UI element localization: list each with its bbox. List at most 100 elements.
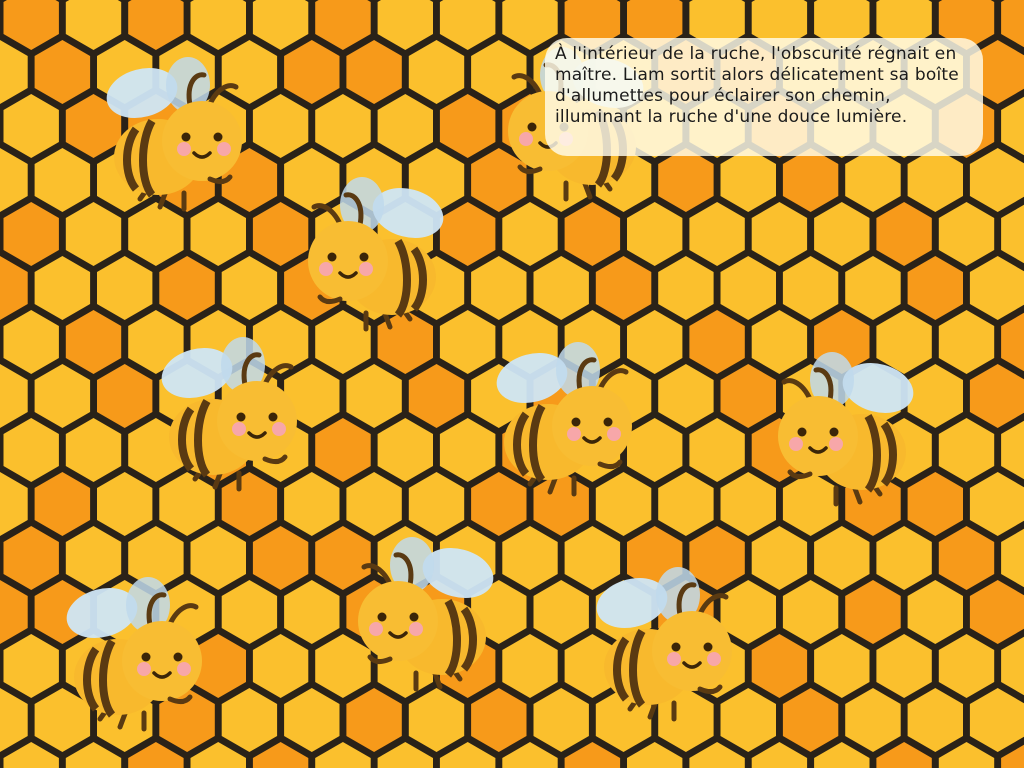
honeycomb-cell: [346, 688, 402, 752]
honeycomb-cell: [502, 634, 558, 698]
honeycomb-cell: [938, 634, 995, 698]
honeycomb-cell: [720, 256, 776, 320]
honeycomb-cell: [876, 526, 932, 590]
honeycomb-cell: [969, 364, 1024, 428]
honeycomb-cell: [1001, 0, 1024, 48]
honeycomb-cell: [284, 40, 340, 104]
honeycomb-cell: [65, 0, 122, 50]
honeycomb-cell: [159, 256, 215, 320]
honeycomb-cell: [346, 364, 402, 428]
honeycomb-cell: [3, 526, 59, 590]
honeycomb-cell: [627, 310, 683, 374]
honeycomb-cell: [876, 310, 932, 374]
honeycomb-cell: [502, 742, 558, 768]
honeycomb-cell: [751, 742, 808, 768]
honeycomb-cell: [252, 0, 309, 50]
honeycomb-cell: [533, 472, 589, 536]
honeycomb-cell: [1001, 528, 1024, 588]
honeycomb-cell: [439, 0, 496, 50]
honeycomb-cell: [751, 634, 808, 698]
honeycomb-cell: [814, 526, 870, 590]
honeycomb-cell: [782, 472, 839, 536]
honeycomb-cell: [315, 418, 371, 482]
honeycomb-cell: [252, 94, 309, 158]
honeycomb-cell: [627, 418, 683, 482]
honeycomb-cell: [439, 418, 496, 482]
honeycomb-cell: [969, 148, 1024, 212]
honeycomb-cell: [252, 742, 309, 768]
honeycomb-cell: [65, 202, 122, 266]
honeycomb-cell: [159, 472, 215, 536]
honeycomb-cell: [0, 580, 28, 644]
honeycomb-cell: [408, 364, 465, 428]
honeycomb-cell: [627, 202, 683, 266]
honeycomb-cell: [1001, 96, 1024, 156]
honeycomb-cell: [907, 472, 963, 536]
honeycomb-cell: [3, 742, 59, 768]
honeycomb-cell: [782, 148, 839, 212]
honeycomb-cell: [408, 688, 465, 752]
honeycomb-cell: [34, 364, 91, 428]
honeycomb-cell: [658, 364, 714, 428]
honeycomb-cell: [0, 472, 28, 536]
honeycomb-cell: [595, 256, 652, 320]
honeycomb-cell: [346, 472, 402, 536]
honeycomb-cell: [533, 580, 589, 644]
honeycomb-cell: [689, 202, 745, 266]
honeycomb-cell: [128, 0, 184, 50]
honeycomb-cell: [1001, 420, 1024, 480]
story-text: À l'intérieur de la ruche, l'obscurité r…: [555, 44, 959, 127]
honeycomb-cell: [969, 580, 1024, 644]
honeycomb-cell: [284, 580, 340, 644]
honeycomb-cell: [938, 418, 995, 482]
honeycomb-cell: [938, 202, 995, 266]
honeycomb-cell: [782, 256, 839, 320]
honeycomb-cell: [564, 202, 621, 266]
honeycomb-cell: [689, 310, 745, 374]
honeycomb-cell: [97, 472, 153, 536]
honeycomb-cell: [1001, 636, 1024, 696]
honeycomb-cell: [595, 472, 652, 536]
honeycomb-cell: [782, 580, 839, 644]
honeycomb-cell: [252, 634, 309, 698]
honeycomb-cell: [221, 580, 278, 644]
honeycomb-cell: [315, 526, 371, 590]
honeycomb-cell: [315, 742, 371, 768]
honeycomb-cell: [346, 40, 402, 104]
honeycomb-cell: [751, 526, 808, 590]
honeycomb-cell: [0, 256, 28, 320]
honeycomb-cell: [190, 0, 246, 50]
honeycomb-cell: [845, 148, 901, 212]
story-text-box: À l'intérieur de la ruche, l'obscurité r…: [545, 38, 983, 156]
honeycomb-cell: [284, 472, 340, 536]
honeycomb-cell: [907, 688, 963, 752]
honeycomb-cell: [876, 634, 932, 698]
honeycomb-cell: [533, 256, 589, 320]
honeycomb-cell: [969, 472, 1024, 536]
honeycomb-cell: [720, 580, 776, 644]
honeycomb-cell: [3, 0, 59, 50]
honeycomb-cell: [65, 418, 122, 482]
honeycomb-cell: [34, 256, 91, 320]
honeycomb-cell: [221, 40, 278, 104]
honeycomb-cell: [377, 94, 433, 158]
honeycomb-cell: [502, 202, 558, 266]
honeycomb-cell: [720, 688, 776, 752]
honeycomb-cell: [221, 688, 278, 752]
honeycomb-cell: [1001, 312, 1024, 372]
honeycomb-cell: [65, 310, 122, 374]
honeycomb-cell: [65, 742, 122, 768]
honeycomb-cell: [3, 418, 59, 482]
honeycomb-cell: [689, 418, 745, 482]
honeycomb-cell: [689, 742, 745, 768]
honeycomb-cell: [502, 0, 558, 50]
honeycomb-cell: [502, 526, 558, 590]
honeycomb-cell: [907, 256, 963, 320]
honeycomb-cell: [252, 202, 309, 266]
honeycomb-cell: [3, 94, 59, 158]
honeycomb-cell: [782, 688, 839, 752]
honeycomb-cell: [564, 526, 621, 590]
honeycomb-cell: [128, 742, 184, 768]
honeycomb-cell: [377, 742, 433, 768]
honeycomb-cell: [751, 202, 808, 266]
